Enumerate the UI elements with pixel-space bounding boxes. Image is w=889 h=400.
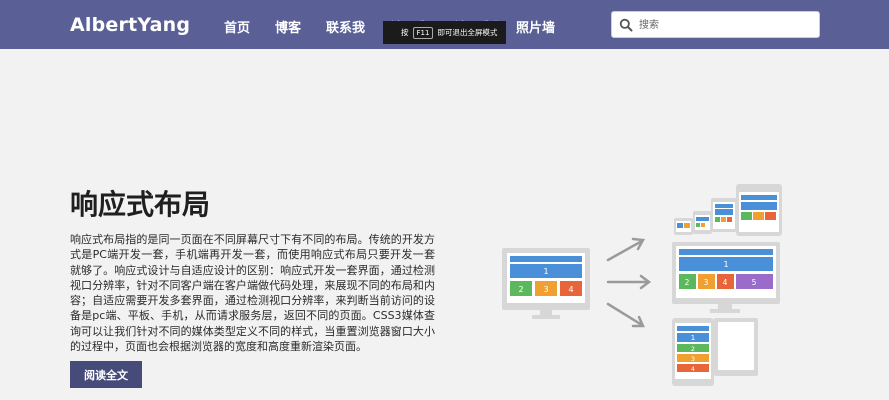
search-input[interactable] [639, 16, 814, 34]
svg-text:4: 4 [691, 365, 695, 373]
svg-text:2: 2 [691, 345, 695, 353]
search-icon[interactable] [619, 18, 633, 32]
svg-text:3: 3 [543, 285, 548, 294]
search-box [611, 11, 820, 38]
nav-item-home[interactable]: 首页 [224, 17, 250, 36]
toast-key: F11 [412, 26, 434, 39]
svg-text:1: 1 [691, 334, 695, 342]
svg-text:4: 4 [723, 278, 728, 287]
toast-prefix: 按 [401, 28, 409, 37]
svg-text:3: 3 [691, 355, 695, 363]
svg-text:5: 5 [752, 278, 757, 287]
nav-item-blog[interactable]: 博客 [275, 17, 301, 36]
responsive-devices-illustration: 1 2 3 4 1 2 3 4 5 1 2 3 4 [502, 184, 782, 386]
svg-text:4: 4 [568, 285, 573, 294]
hero-title: 响应式布局 [70, 188, 211, 221]
brand-logo[interactable]: AlbertYang [70, 14, 190, 36]
desktop-monitor-icon: 1 2 3 4 [502, 248, 590, 319]
nav-item-photos[interactable]: 照片墙 [516, 17, 555, 36]
wide-monitor-icon: 1 2 3 4 5 [672, 242, 780, 313]
svg-text:2: 2 [685, 278, 690, 287]
monitor-and-phone-icon: 1 2 3 4 [672, 318, 758, 386]
svg-text:2: 2 [518, 285, 523, 294]
tablet-phone-cluster-icon [674, 184, 782, 236]
hero-description: 响应式布局指的是同一页面在不同屏幕尺寸下有不同的布局。传统的开发方式是PC端开发… [70, 233, 435, 354]
svg-text:1: 1 [723, 260, 728, 269]
svg-text:1: 1 [543, 267, 548, 276]
read-more-button[interactable]: 阅读全文 [70, 361, 142, 388]
fullscreen-toast: 按 F11 即可退出全屏模式 [383, 21, 506, 44]
toast-message: 即可退出全屏模式 [437, 28, 498, 37]
nav-item-contact[interactable]: 联系我 [326, 17, 365, 36]
svg-text:3: 3 [704, 278, 709, 287]
arrow-icon [606, 237, 652, 328]
